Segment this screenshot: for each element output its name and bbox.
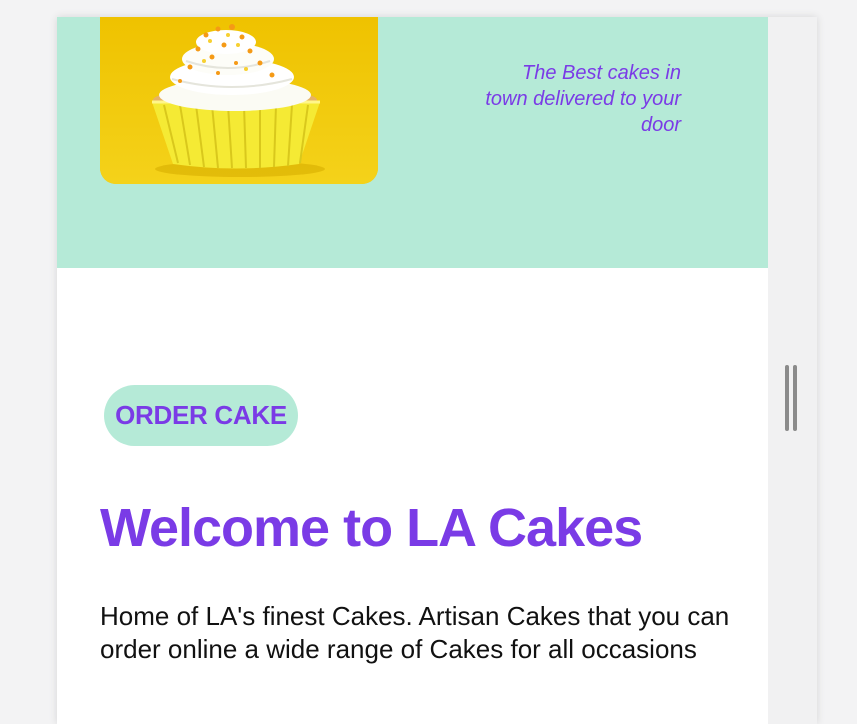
intro-text: Home of LA's finest Cakes. Artisan Cakes…: [100, 601, 730, 664]
order-cake-button[interactable]: ORDER CAKE: [104, 385, 298, 446]
scrollbar-grip-right: [793, 365, 797, 431]
tagline: The Best cakes in town delivered to your…: [485, 62, 681, 136]
scrollbar-grip-left: [785, 365, 789, 431]
page-title: Welcome to LA Cakes: [100, 498, 643, 558]
page-content: The Best cakes in town delivered to your…: [57, 17, 768, 724]
hero-banner: The Best cakes in town delivered to your…: [57, 17, 768, 268]
browser-viewport: The Best cakes in town delivered to your…: [57, 17, 817, 724]
scrollbar-handle[interactable]: [785, 365, 799, 431]
cupcake-photo: [100, 17, 378, 184]
